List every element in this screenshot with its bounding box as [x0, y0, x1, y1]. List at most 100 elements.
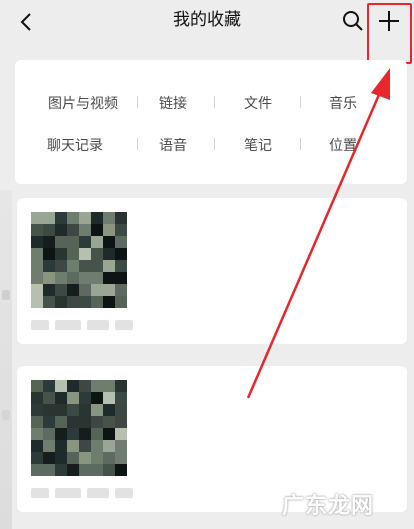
- mosaic-pixel: [91, 260, 103, 272]
- mosaic-pixel: [31, 248, 43, 260]
- mosaic-pixel: [115, 404, 127, 416]
- mosaic-pixel: [79, 464, 91, 476]
- mosaic-pixel: [55, 464, 67, 476]
- mosaic-pixel: [115, 428, 127, 440]
- mosaic-pixel: [67, 464, 79, 476]
- mosaic-pixel: [67, 224, 79, 236]
- mosaic-pixel: [43, 392, 55, 404]
- mosaic-pixel: [31, 428, 43, 440]
- mosaic-pixel: [31, 296, 43, 308]
- mosaic-pixel: [43, 272, 55, 284]
- mosaic-pixel: [31, 224, 43, 236]
- mosaic-pixel: [79, 248, 91, 260]
- mosaic-pixel: [79, 392, 91, 404]
- mosaic-pixel: [31, 416, 43, 428]
- mosaic-pixel: [91, 380, 103, 392]
- mosaic-pixel: [43, 416, 55, 428]
- mosaic-pixel: [91, 392, 103, 404]
- back-button[interactable]: [12, 8, 40, 36]
- mosaic-pixel: [103, 380, 115, 392]
- mosaic-pixel: [67, 380, 79, 392]
- mosaic-pixel: [67, 212, 79, 224]
- mosaic-pixel: [55, 212, 67, 224]
- mosaic-pixel: [91, 452, 103, 464]
- mosaic-pixel: [79, 272, 91, 284]
- mosaic-pixel: [67, 452, 79, 464]
- mosaic-pixel: [115, 296, 127, 308]
- mosaic-pixel: [55, 392, 67, 404]
- mosaic-pixel: [103, 428, 115, 440]
- mosaic-pixel: [103, 404, 115, 416]
- mosaic-pixel: [43, 212, 55, 224]
- mosaic-pixel: [55, 428, 67, 440]
- mosaic-pixel: [55, 272, 67, 284]
- mosaic-pixel: [91, 428, 103, 440]
- mosaic-pixel: [67, 272, 79, 284]
- mosaic-pixel: [91, 440, 103, 452]
- category-filter-card: 图片与视频 链接 文件 音乐 聊天记录 语音 笔记 位置: [15, 60, 407, 184]
- mosaic-pixel: [103, 416, 115, 428]
- mosaic-pixel: [79, 452, 91, 464]
- mosaic-pixel: [31, 392, 43, 404]
- mosaic-pixel: [67, 284, 79, 296]
- mosaic-pixel: [79, 260, 91, 272]
- mosaic-pixel: [115, 416, 127, 428]
- mosaic-pixel: [67, 416, 79, 428]
- filter-location[interactable]: 位置: [300, 135, 386, 155]
- decorative-mark: [2, 410, 10, 420]
- mosaic-pixel: [115, 284, 127, 296]
- mosaic-pixel: [55, 452, 67, 464]
- chevron-left-icon: [20, 13, 31, 31]
- mosaic-pixel: [43, 224, 55, 236]
- mosaic-pixel: [55, 260, 67, 272]
- filter-links[interactable]: 链接: [130, 93, 216, 113]
- mosaic-pixel: [43, 464, 55, 476]
- mosaic-pixel: [31, 260, 43, 272]
- mosaic-pixel: [79, 212, 91, 224]
- mosaic-pixel: [67, 296, 79, 308]
- mosaic-pixel: [115, 440, 127, 452]
- filter-files[interactable]: 文件: [215, 93, 301, 113]
- mosaic-pixel: [103, 392, 115, 404]
- mosaic-pixel: [31, 452, 43, 464]
- mosaic-pixel: [91, 404, 103, 416]
- pixelated-thumbnail: [31, 212, 127, 308]
- add-button[interactable]: [371, 4, 407, 38]
- mosaic-pixel: [79, 296, 91, 308]
- mosaic-pixel: [91, 296, 103, 308]
- mosaic-pixel: [79, 284, 91, 296]
- mosaic-pixel: [115, 248, 127, 260]
- filter-images-videos[interactable]: 图片与视频: [40, 93, 126, 113]
- filter-music[interactable]: 音乐: [300, 93, 386, 113]
- mosaic-pixel: [43, 236, 55, 248]
- mosaic-pixel: [43, 428, 55, 440]
- mosaic-pixel: [55, 224, 67, 236]
- mosaic-pixel: [43, 260, 55, 272]
- mosaic-pixel: [67, 392, 79, 404]
- filter-notes[interactable]: 笔记: [215, 135, 301, 155]
- pixelated-thumbnail: [31, 380, 127, 476]
- mosaic-pixel: [43, 380, 55, 392]
- mosaic-pixel: [67, 248, 79, 260]
- mosaic-pixel: [43, 404, 55, 416]
- mosaic-pixel: [91, 224, 103, 236]
- mosaic-pixel: [55, 404, 67, 416]
- filter-chat-history[interactable]: 聊天记录: [32, 135, 118, 155]
- mosaic-pixel: [103, 212, 115, 224]
- mosaic-pixel: [79, 440, 91, 452]
- mosaic-pixel: [43, 452, 55, 464]
- mosaic-pixel: [115, 224, 127, 236]
- mosaic-pixel: [115, 452, 127, 464]
- search-button[interactable]: [338, 6, 368, 36]
- filter-voice[interactable]: 语音: [130, 135, 216, 155]
- mosaic-pixel: [79, 428, 91, 440]
- nav-bar: 我的收藏: [0, 0, 414, 44]
- favorite-item[interactable]: [17, 198, 407, 344]
- mosaic-pixel: [43, 248, 55, 260]
- mosaic-pixel: [67, 260, 79, 272]
- mosaic-pixel: [103, 236, 115, 248]
- blurred-caption: [31, 488, 133, 498]
- mosaic-pixel: [115, 212, 127, 224]
- mosaic-pixel: [67, 404, 79, 416]
- mosaic-pixel: [103, 224, 115, 236]
